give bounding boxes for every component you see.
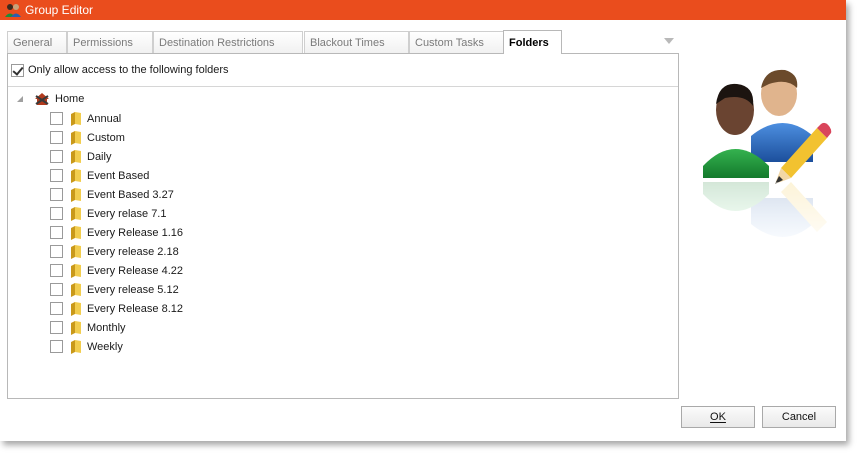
folder-icon bbox=[71, 320, 81, 335]
tab-label: Destination Restrictions bbox=[159, 36, 275, 49]
divider bbox=[8, 86, 678, 87]
cancel-button-label: Cancel bbox=[781, 411, 817, 423]
tree-item[interactable]: Monthly bbox=[50, 318, 126, 337]
folder-icon bbox=[71, 244, 81, 259]
folder-checkbox[interactable] bbox=[50, 112, 63, 125]
tab-blackout-times[interactable]: Blackout Times bbox=[304, 31, 409, 53]
tree-item[interactable]: Every Release 4.22 bbox=[50, 261, 183, 280]
folder-label: Every release 5.12 bbox=[87, 283, 179, 296]
edit-users-illustration-icon bbox=[695, 69, 835, 256]
tree-item[interactable]: Daily bbox=[50, 147, 111, 166]
tree-root-home[interactable]: Home bbox=[16, 90, 84, 108]
folder-icon bbox=[71, 339, 81, 354]
tree-item[interactable]: Every release 2.18 bbox=[50, 242, 179, 261]
folder-checkbox[interactable] bbox=[50, 302, 63, 315]
folder-checkbox[interactable] bbox=[50, 169, 63, 182]
tree-item[interactable]: Annual bbox=[50, 109, 121, 128]
folder-icon bbox=[71, 206, 81, 221]
only-allow-label: Only allow access to the following folde… bbox=[28, 64, 229, 76]
tab-label: Blackout Times bbox=[310, 36, 385, 49]
ok-button-label: OK bbox=[710, 411, 726, 423]
folder-icon bbox=[71, 187, 81, 202]
tab-label: Permissions bbox=[73, 36, 133, 49]
folder-label: Every Release 4.22 bbox=[87, 264, 183, 277]
group-editor-window: Group Editor General Permissions Destina… bbox=[0, 0, 846, 441]
ok-button[interactable]: OK bbox=[681, 406, 755, 428]
folder-checkbox[interactable] bbox=[50, 340, 63, 353]
folder-checkbox[interactable] bbox=[50, 207, 63, 220]
folder-checkbox[interactable] bbox=[50, 245, 63, 258]
tab-label: Custom Tasks bbox=[415, 36, 484, 49]
folder-label: Every release 2.18 bbox=[87, 245, 179, 258]
folder-checkbox[interactable] bbox=[50, 264, 63, 277]
tab-strip: General Permissions Destination Restrict… bbox=[7, 30, 679, 54]
tab-custom-tasks[interactable]: Custom Tasks bbox=[409, 31, 504, 53]
folder-label: Every relase 7.1 bbox=[87, 207, 167, 220]
tree-root-label: Home bbox=[55, 93, 85, 105]
folder-icon bbox=[71, 111, 81, 126]
tab-folders[interactable]: Folders bbox=[503, 30, 562, 54]
folder-label: Custom bbox=[87, 131, 125, 144]
folder-checkbox[interactable] bbox=[50, 226, 63, 239]
window-title: Group Editor bbox=[25, 3, 94, 17]
tree-item[interactable]: Custom bbox=[50, 128, 125, 147]
folder-label: Every Release 1.16 bbox=[87, 226, 183, 239]
folder-checkbox[interactable] bbox=[50, 131, 63, 144]
tab-overflow-arrow-icon[interactable] bbox=[664, 38, 674, 44]
only-allow-checkbox[interactable] bbox=[11, 63, 24, 77]
cancel-button[interactable]: Cancel bbox=[762, 406, 836, 428]
folder-label: Event Based 3.27 bbox=[87, 188, 174, 201]
folder-label: Every Release 8.12 bbox=[87, 302, 183, 315]
tree-item[interactable]: Weekly bbox=[50, 337, 123, 356]
folder-icon bbox=[71, 168, 81, 183]
title-bar[interactable]: Group Editor bbox=[0, 0, 846, 20]
folder-label: Annual bbox=[87, 112, 122, 125]
folder-checkbox[interactable] bbox=[50, 150, 63, 163]
tab-destination-restrictions[interactable]: Destination Restrictions bbox=[153, 31, 303, 53]
folder-checkbox[interactable] bbox=[50, 188, 63, 201]
tree-item[interactable]: Every release 5.12 bbox=[50, 280, 179, 299]
folder-icon bbox=[71, 282, 81, 297]
tree-item[interactable]: Event Based bbox=[50, 166, 149, 185]
tree-item[interactable]: Every Release 1.16 bbox=[50, 223, 183, 242]
folder-label: Weekly bbox=[87, 340, 123, 353]
tab-permissions[interactable]: Permissions bbox=[67, 31, 153, 53]
tree-item[interactable]: Every Release 8.12 bbox=[50, 299, 183, 318]
folder-icon bbox=[71, 130, 81, 145]
folder-label: Event Based bbox=[87, 169, 150, 182]
only-allow-row[interactable]: Only allow access to the following folde… bbox=[11, 62, 229, 78]
tree-item[interactable]: Every relase 7.1 bbox=[50, 204, 166, 223]
group-users-icon bbox=[5, 4, 21, 17]
tab-label: Folders bbox=[509, 36, 549, 49]
home-folder-icon bbox=[35, 93, 49, 105]
folders-panel: Only allow access to the following folde… bbox=[7, 53, 679, 399]
folder-icon bbox=[71, 149, 81, 164]
collapse-arrow-icon[interactable] bbox=[16, 95, 25, 104]
folder-checkbox[interactable] bbox=[50, 321, 63, 334]
folder-checkbox[interactable] bbox=[50, 283, 63, 296]
folder-icon bbox=[71, 301, 81, 316]
folder-label: Daily bbox=[87, 150, 112, 163]
folder-icon bbox=[71, 225, 81, 240]
tab-label: General bbox=[13, 36, 53, 49]
folder-label: Monthly bbox=[87, 321, 126, 334]
tree-item[interactable]: Event Based 3.27 bbox=[50, 185, 174, 204]
tab-general[interactable]: General bbox=[7, 31, 67, 53]
folder-icon bbox=[71, 263, 81, 278]
